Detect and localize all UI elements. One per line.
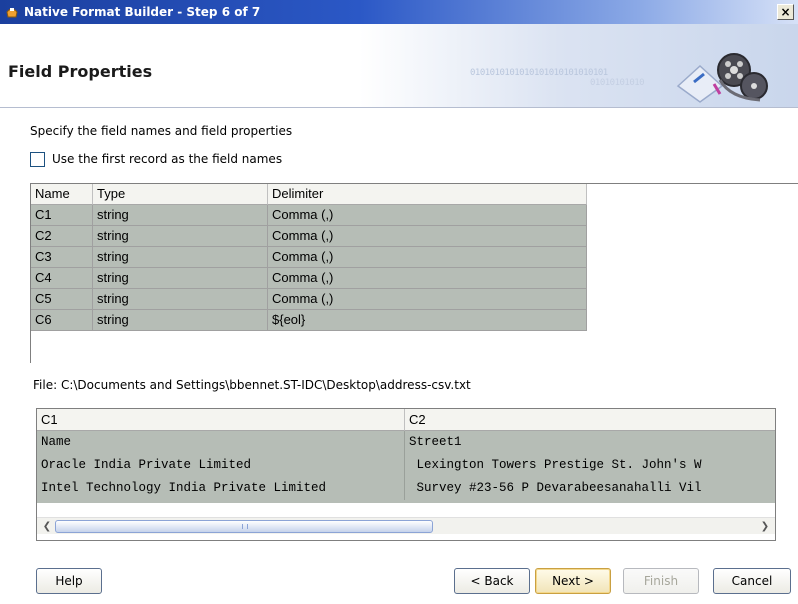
cell-type[interactable]: string [93,268,268,289]
file-path-label: File: C:\Documents and Settings\bbennet.… [33,378,471,392]
cell-name[interactable]: C5 [31,289,93,310]
close-button[interactable]: × [777,4,794,20]
table-row[interactable]: C2 string Comma (,) [31,226,587,247]
table-row[interactable]: C1 string Comma (,) [31,205,587,226]
data-preview-table[interactable]: C1 C2 Name Street1 Oracle India Private … [36,408,776,541]
preview-cell-c1: Intel Technology India Private Limited [37,477,405,500]
preview-row[interactable]: Intel Technology India Private Limited S… [37,477,775,500]
preview-body: Name Street1 Oracle India Private Limite… [37,431,775,503]
preview-cell-c1: Oracle India Private Limited [37,454,405,477]
cell-delimiter[interactable]: Comma (,) [268,247,587,268]
preview-column-header-c2[interactable]: C2 [405,409,775,431]
cell-type[interactable]: string [93,310,268,331]
table-row[interactable]: C5 string Comma (,) [31,289,587,310]
scrollbar-grip-icon [242,524,248,529]
cell-name[interactable]: C1 [31,205,93,226]
back-button[interactable]: < Back [454,568,530,594]
cell-delimiter[interactable]: Comma (,) [268,205,587,226]
preview-column-header-c1[interactable]: C1 [37,409,405,431]
binary-decoration-2: 01010101010 [590,78,645,88]
table-row[interactable]: C4 string Comma (,) [31,268,587,289]
cell-name[interactable]: C4 [31,268,93,289]
cell-delimiter[interactable]: Comma (,) [268,226,587,247]
cell-type[interactable]: string [93,226,268,247]
preview-cell-c2: Lexington Towers Prestige St. John's W [409,458,702,472]
close-icon: × [780,5,791,19]
finish-button[interactable]: Finish [623,568,699,594]
column-header-name[interactable]: Name [31,184,93,205]
field-properties-table[interactable]: Name Type Delimiter C1 string Comma (,) … [30,183,798,363]
binary-decoration: 0101010101010101010101010101 [470,68,608,78]
scroll-right-arrow-icon[interactable]: ❯ [757,519,773,534]
film-reel-logo-icon [676,53,768,103]
preview-row[interactable]: Name Street1 [37,431,775,454]
table-header-row: Name Type Delimiter [31,184,587,205]
preview-header-row: C1 C2 [37,409,775,431]
title-bar[interactable]: Native Format Builder - Step 6 of 7 × [0,0,798,24]
cell-delimiter[interactable]: Comma (,) [268,289,587,310]
page-title: Field Properties [8,62,153,81]
scrollbar-thumb[interactable] [55,520,433,533]
preview-row[interactable]: Oracle India Private Limited Lexington T… [37,454,775,477]
cell-name[interactable]: C6 [31,310,93,331]
preview-cell-c2: Survey #23-56 P Devarabeesanahalli Vil [409,481,702,495]
next-button[interactable]: Next > [535,568,611,594]
cell-name[interactable]: C2 [31,226,93,247]
app-icon [6,8,18,18]
table-row[interactable]: C6 string ${eol} [31,310,587,331]
wizard-header: Field Properties 01010101010101010101010… [0,24,798,108]
preview-cell-c1: Name [37,431,405,454]
window-title: Native Format Builder - Step 6 of 7 [24,5,261,19]
use-first-record-label[interactable]: Use the first record as the field names [52,152,282,166]
help-button[interactable]: Help [36,568,102,594]
cell-type[interactable]: string [93,289,268,310]
cell-name[interactable]: C3 [31,247,93,268]
scroll-left-arrow-icon[interactable]: ❮ [39,519,55,534]
preview-cell-c2: Street1 [409,435,462,449]
cell-delimiter[interactable]: ${eol} [268,310,587,331]
cell-type[interactable]: string [93,205,268,226]
table-row[interactable]: C3 string Comma (,) [31,247,587,268]
cell-delimiter[interactable]: Comma (,) [268,268,587,289]
cancel-button[interactable]: Cancel [713,568,791,594]
use-first-record-checkbox[interactable] [30,152,45,167]
column-header-delimiter[interactable]: Delimiter [268,184,587,205]
horizontal-scrollbar[interactable]: ❮ ❯ [37,517,775,534]
column-header-type[interactable]: Type [93,184,268,205]
instructions-text: Specify the field names and field proper… [30,124,293,138]
cell-type[interactable]: string [93,247,268,268]
